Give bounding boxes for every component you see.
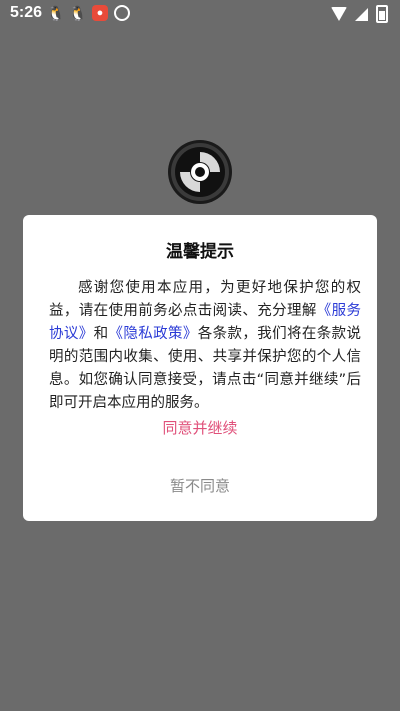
dialog-title: 温馨提示 (166, 242, 234, 262)
dialog-body: 感谢您使用本应用，为更好地保护您的权益，请在使用前务必点击阅读、充分理解《服务协… (49, 277, 361, 415)
body-text-1: 感谢您使用本应用，为更好地保护您的权益，请在使用前务必点击阅读、充分理解 (49, 280, 361, 319)
app-notification-icon: ● (92, 5, 108, 21)
battery-icon (376, 5, 388, 23)
qq-icon: 🐧 (47, 4, 65, 21)
privacy-dialog: 温馨提示 感谢您使用本应用，为更好地保护您的权益，请在使用前务必点击阅读、充分理… (23, 215, 377, 521)
disagree-button[interactable]: 暂不同意 (23, 475, 377, 496)
system-icons (331, 5, 388, 23)
status-bar: 5:26 🐧 🐧 ● (0, 0, 400, 28)
status-time: 5:26 (10, 4, 43, 21)
qq-icon: 🐧 (69, 4, 87, 21)
privacy-policy-link[interactable]: 《隐私政策》 (109, 326, 198, 342)
circle-app-icon (114, 5, 130, 21)
app-logo-icon (168, 140, 232, 204)
notification-icons: 🐧 🐧 ● (47, 4, 130, 21)
signal-icon (355, 7, 368, 21)
wifi-icon (331, 7, 347, 21)
agree-button[interactable]: 同意并继续 (23, 417, 377, 438)
body-text-2: 和 (93, 326, 109, 342)
